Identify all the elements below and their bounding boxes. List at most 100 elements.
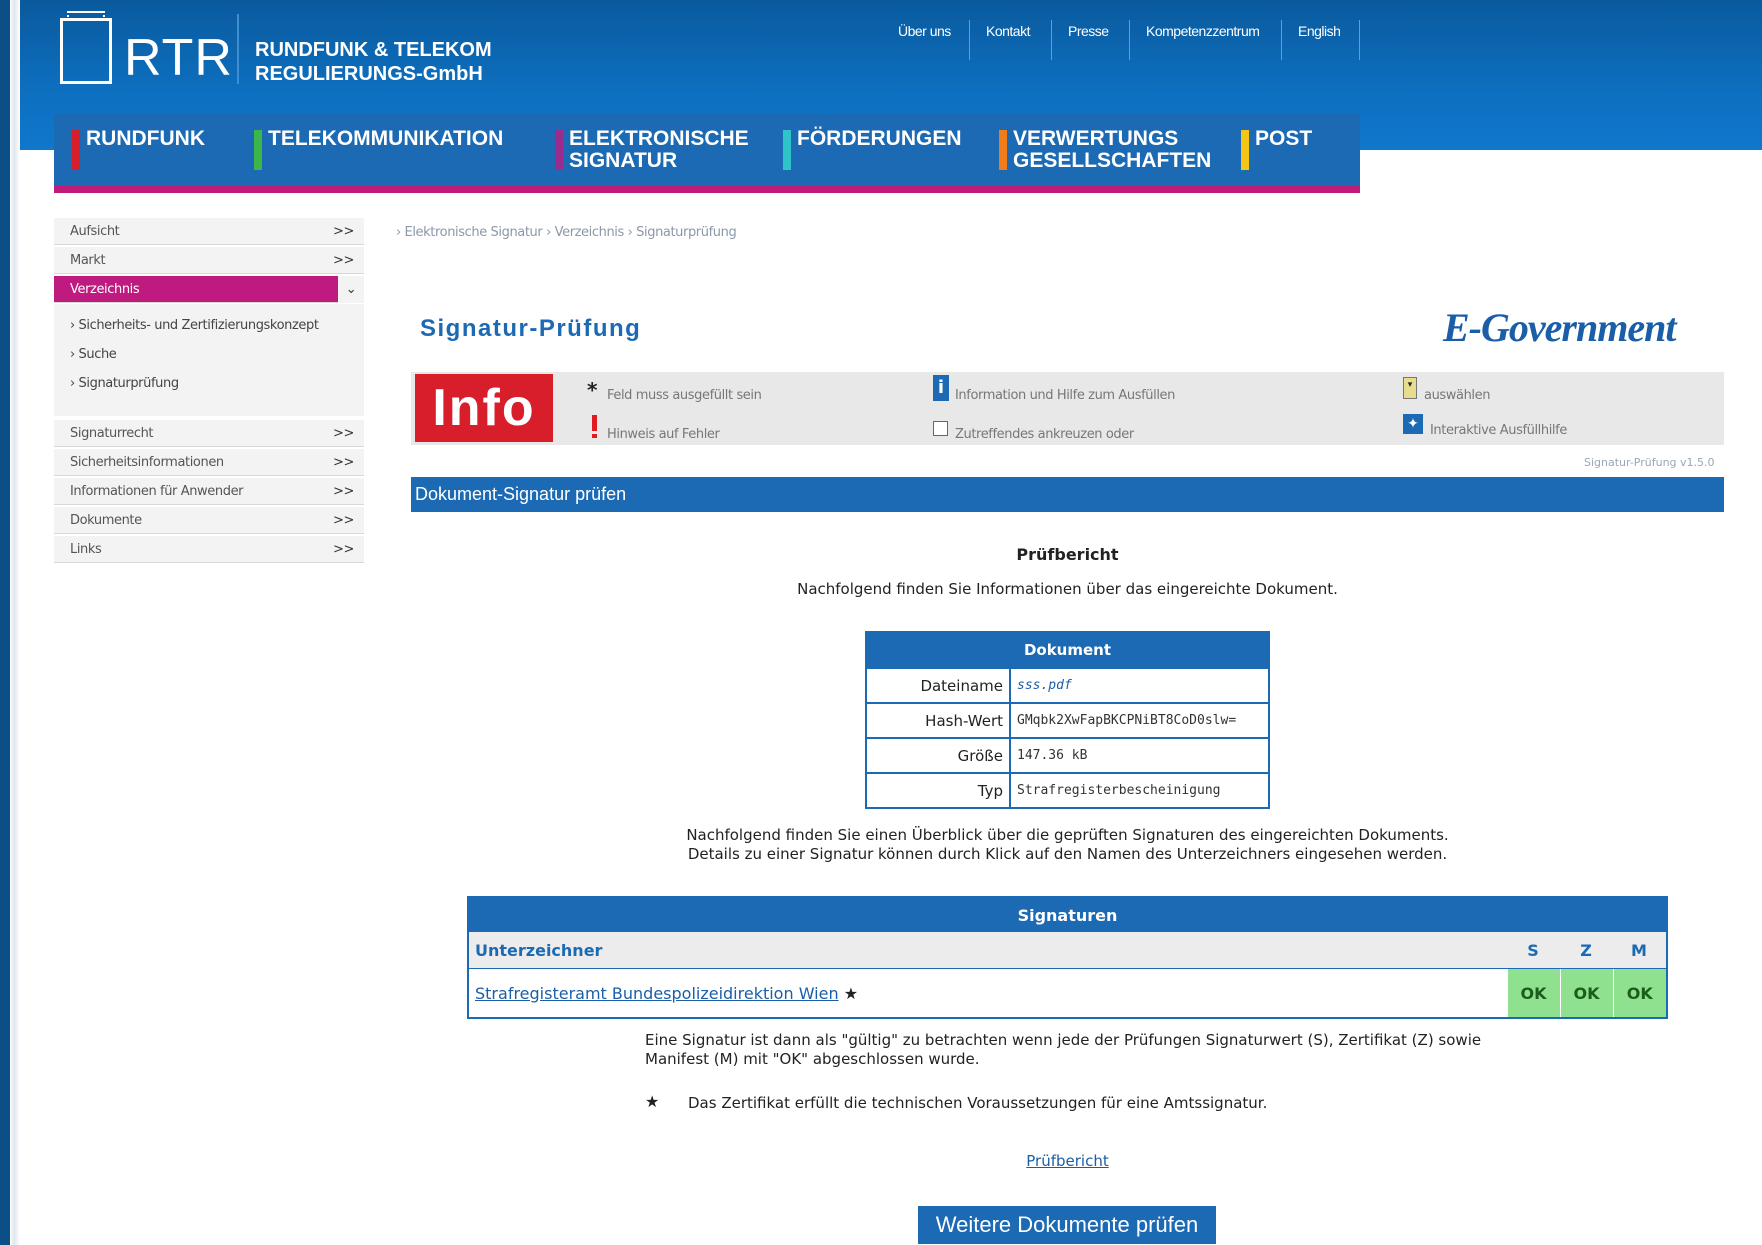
interactive-help-icon: ✦ [1403, 414, 1423, 434]
validity-line: Manifest (M) mit "OK" abgeschlossen wurd… [645, 1050, 980, 1068]
sidebar-item-links[interactable]: Links >> [54, 536, 364, 563]
dropdown-icon: ▾ [1403, 377, 1417, 399]
sidebar-subitem-sicherheitskonzept[interactable]: › Sicherheits- und Zertifizierungskonzep… [70, 318, 319, 333]
nav-color-bar [1241, 130, 1249, 170]
top-link-presse[interactable]: Presse [1052, 20, 1130, 60]
nav-telekommunikation[interactable]: TELEKOMMUNIKATION [254, 127, 504, 170]
nav-color-bar [555, 130, 563, 170]
nav-post[interactable]: POST [1241, 127, 1313, 170]
legend-required: Feld muss ausgefüllt sein [607, 388, 762, 403]
doc-label: Typ [865, 772, 1011, 809]
status-s-ok: OK [1506, 968, 1560, 1018]
version-label: Signatur-Prüfung v1.5.0 [1584, 456, 1715, 469]
doc-type: Strafregisterbescheinigung [1009, 772, 1270, 809]
nav-rundfunk[interactable]: RUNDFUNK [72, 127, 205, 170]
doc-label: Größe [865, 737, 1011, 774]
header-white-area [1360, 150, 1762, 193]
nav-elektronische-signatur[interactable]: ELEKTRONISCHE SIGNATUR [555, 128, 749, 172]
double-chevron-right-icon: >> [333, 542, 354, 557]
org-name-line2: REGULIERUNGS-GmbH [255, 63, 483, 85]
table-row: Größe 147.36 kB [865, 737, 1270, 774]
col-signer: Unterzeichner [468, 932, 1507, 969]
sidebar-subitem-signaturpruefung[interactable]: › Signaturprüfung [70, 376, 179, 391]
rtr-logo-text[interactable]: RTR [124, 28, 233, 88]
col-z: Z [1560, 932, 1613, 969]
sidebar-item-label: Dokumente [70, 513, 142, 528]
status-m-ok: OK [1612, 968, 1667, 1018]
overview-line: Nachfolgend finden Sie einen Überblick ü… [686, 826, 1449, 844]
pruefbericht-link[interactable]: Prüfbericht [1026, 1152, 1108, 1170]
nav-verwertungsgesellschaften[interactable]: VERWERTUNGS GESELLSCHAFTEN [999, 127, 1212, 172]
report-heading: Prüfbericht [1016, 545, 1119, 564]
doc-label: Dateiname [865, 667, 1011, 704]
breadcrumb-item[interactable]: Elektronische Signatur [405, 225, 543, 240]
sidebar-item-markt[interactable]: Markt >> [54, 247, 364, 274]
status-z-ok: OK [1559, 968, 1613, 1018]
legend-error: Hinweis auf Fehler [607, 427, 720, 442]
sidebar-item-sicherheitsinformationen[interactable]: Sicherheitsinformationen >> [54, 449, 364, 476]
sidebar-item-verzeichnis[interactable]: Verzeichnis ⌄ [54, 276, 364, 303]
nav-label: POST [1255, 127, 1313, 150]
top-link-kompetenzzentrum[interactable]: Kompetenzzentrum [1130, 20, 1282, 60]
document-table: Dokument Dateiname sss.pdf Hash-Wert GMq… [865, 631, 1270, 809]
chevron-right-icon: › [546, 225, 555, 240]
sidebar-subitem-suche[interactable]: › Suche [70, 347, 117, 362]
star-icon: ★ [645, 1092, 660, 1111]
page-title: Signatur-Prüfung [420, 315, 642, 342]
double-chevron-right-icon: >> [333, 426, 354, 441]
nav-label: RUNDFUNK [86, 127, 205, 150]
info-help-icon: i [933, 375, 949, 401]
e-government-logo: E-Government [1443, 305, 1676, 350]
signer-link[interactable]: Strafregisteramt Bundespolizeidirektion … [475, 984, 839, 1003]
doc-filename: sss.pdf [1009, 667, 1270, 704]
org-name: RUNDFUNK & TELEKOM REGULIERUNGS-GmbH [255, 38, 492, 86]
sidebar-item-signaturrecht[interactable]: Signaturrecht >> [54, 420, 364, 447]
sidebar-subitem-label: Signaturprüfung [78, 376, 180, 391]
sidebar-item-aufsicht[interactable]: Aufsicht >> [54, 218, 364, 245]
chevron-down-icon: ⌄ [338, 276, 364, 303]
sidebar-subitem-label: Suche [78, 347, 117, 362]
breadcrumb-item[interactable]: Signaturprüfung [636, 225, 737, 240]
sidebar-item-informationen-anwender[interactable]: Informationen für Anwender >> [54, 478, 364, 505]
nav-foerderungen[interactable]: FÖRDERUNGEN [783, 127, 962, 170]
double-chevron-right-icon: >> [333, 455, 354, 470]
nav-color-bar [72, 130, 80, 170]
double-chevron-right-icon: >> [333, 513, 354, 528]
report-link-wrap: Prüfbericht [411, 1152, 1724, 1170]
double-chevron-right-icon: >> [333, 484, 354, 499]
col-s: S [1507, 932, 1560, 969]
nav-color-bar [254, 130, 262, 170]
document-table-header: Dokument [866, 632, 1269, 668]
breadcrumb-item[interactable]: Verzeichnis [555, 225, 625, 240]
top-link-english[interactable]: English [1282, 20, 1360, 60]
chevron-right-icon: › [396, 225, 405, 240]
nav-label-line2: GESELLSCHAFTEN [1013, 149, 1212, 172]
footnote-text: Das Zertifikat erfüllt die technischen V… [688, 1094, 1268, 1112]
logo-divider [237, 14, 239, 84]
nav-color-bar [783, 130, 791, 170]
nav-label: FÖRDERUNGEN [797, 127, 962, 150]
col-m: M [1613, 932, 1667, 969]
signatures-table: Signaturen Unterzeichner S Z M Strafregi… [467, 896, 1668, 1019]
validity-line: Eine Signatur ist dann als "gültig" zu b… [645, 1031, 1482, 1049]
rtr-logo-icon[interactable] [60, 11, 112, 84]
table-row: Dateiname sss.pdf [865, 667, 1270, 704]
top-link-kontakt[interactable]: Kontakt [970, 20, 1052, 60]
table-row: Hash-Wert GMqbk2XwFapBKCPNiBT8CoD0slw= [865, 702, 1270, 739]
sidebar-submenu: › Sicherheits- und Zertifizierungskonzep… [54, 304, 364, 416]
overview-text: Nachfolgend finden Sie einen Überblick ü… [411, 826, 1724, 864]
signer-cell: Strafregisteramt Bundespolizeidirektion … [468, 968, 1507, 1018]
main-navigation-underline [54, 186, 1360, 193]
top-link-ueber-uns[interactable]: Über uns [882, 20, 970, 60]
exclamation-icon [592, 415, 597, 431]
sidebar-item-dokumente[interactable]: Dokumente >> [54, 507, 364, 534]
nav-label-line2: SIGNATUR [569, 149, 678, 172]
more-documents-button[interactable]: Weitere Dokumente prüfen [918, 1206, 1216, 1244]
doc-hash: GMqbk2XwFapBKCPNiBT8CoD0slw= [1009, 702, 1270, 739]
legend-info: Information und Hilfe zum Ausfüllen [955, 388, 1175, 403]
double-chevron-right-icon: >> [333, 253, 354, 268]
exclamation-dot [592, 434, 597, 438]
nav-label-line1: VERWERTUNGS [1013, 127, 1179, 150]
nav-label: TELEKOMMUNIKATION [268, 127, 504, 150]
legend-check: Zutreffendes ankreuzen oder [955, 427, 1134, 442]
